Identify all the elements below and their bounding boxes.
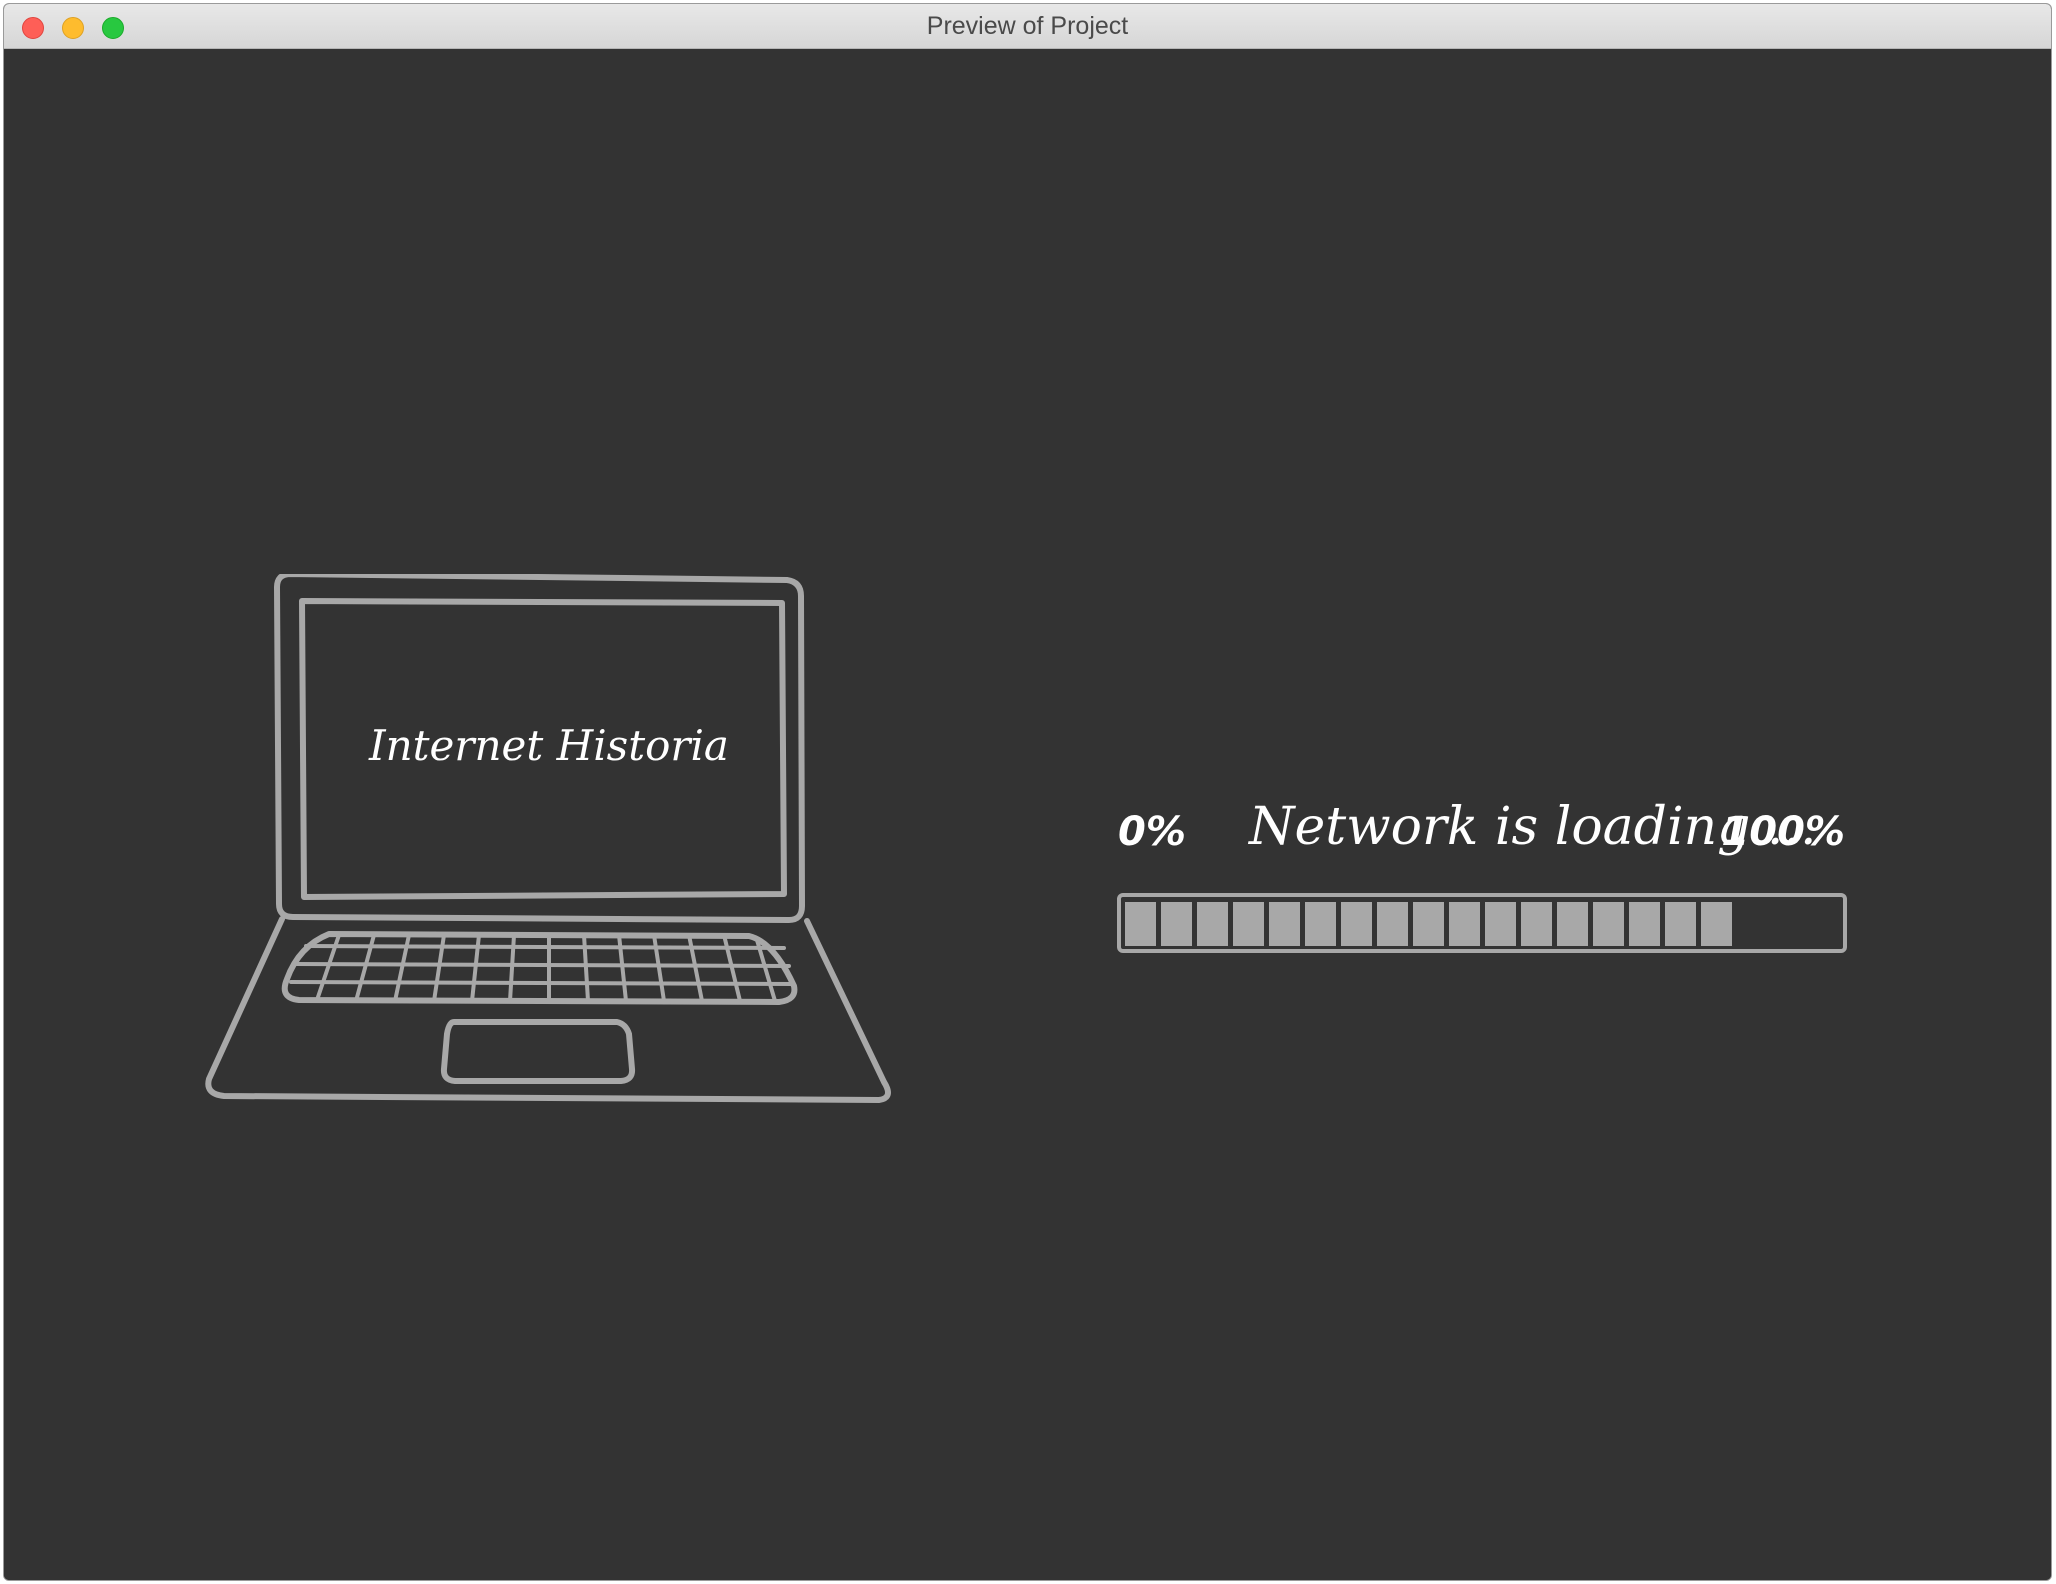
progress-segment xyxy=(1485,902,1516,946)
progress-segment xyxy=(1701,902,1732,946)
progress-segment xyxy=(1125,902,1156,946)
progress-segment xyxy=(1305,902,1336,946)
window-title: Preview of Project xyxy=(926,12,1129,40)
progress-segment xyxy=(1557,902,1588,946)
laptop-illustration: Internet Historia xyxy=(199,574,899,1114)
project-canvas: Internet Historia 0% Network is loading … xyxy=(4,49,2051,1580)
preview-window: Preview of Project Internet Historia 0% … xyxy=(3,3,2052,1581)
progress-segment xyxy=(1413,902,1444,946)
progress-segment xyxy=(1521,902,1552,946)
progress-segment xyxy=(1377,902,1408,946)
title-bar[interactable]: Preview of Project xyxy=(4,4,2051,49)
progress-segment xyxy=(1161,902,1192,946)
progress-segment xyxy=(1629,902,1660,946)
laptop-screen-text: Internet Historia xyxy=(369,721,729,770)
progress-min-label: 0% xyxy=(1118,809,1186,855)
progress-segment xyxy=(1197,902,1228,946)
progress-segments xyxy=(1125,902,1732,946)
progress-segment xyxy=(1269,902,1300,946)
progress-segment xyxy=(1233,902,1264,946)
progress-bar xyxy=(1117,893,1847,953)
progress-segment xyxy=(1341,902,1372,946)
progress-segment xyxy=(1593,902,1624,946)
laptop-drawing xyxy=(205,574,891,1103)
loading-widget: 0% Network is loading ... 100% xyxy=(1114,769,1849,969)
progress-segment xyxy=(1665,902,1696,946)
progress-max-label: 100% xyxy=(1721,809,1845,855)
progress-segment xyxy=(1449,902,1480,946)
